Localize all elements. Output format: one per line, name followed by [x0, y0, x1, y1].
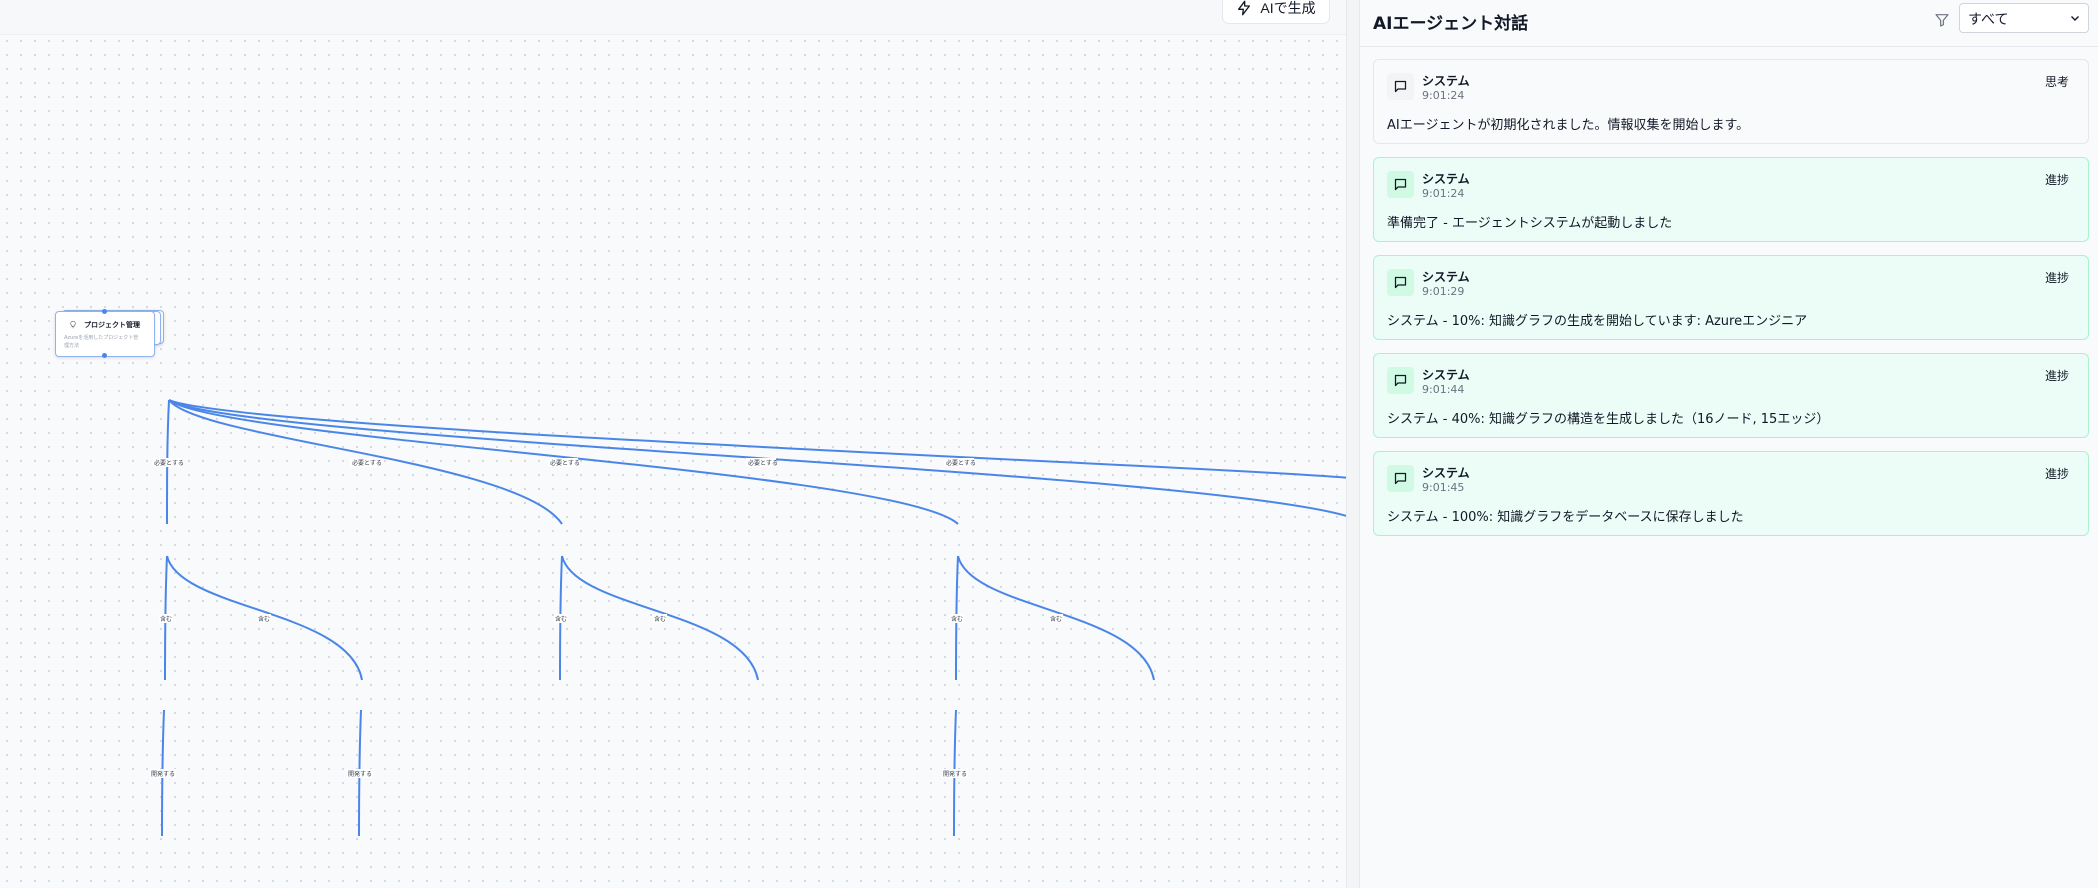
message-icon	[1394, 276, 1407, 289]
message-sender: システム	[1422, 270, 1470, 284]
node-title: プロジェクト管理	[84, 321, 140, 329]
filter-icon	[1935, 14, 1949, 27]
graph-canvas[interactable]: AIで生成 必要とする 必要とする 必要とする 必要とする 必要とする 含む 含…	[0, 0, 1346, 888]
message-time: 9:01:24	[1422, 89, 1465, 102]
svg-text:必要とする: 必要とする	[550, 459, 580, 467]
svg-text:開発する: 開発する	[348, 770, 372, 778]
message-icon	[1394, 472, 1407, 485]
message-type-badge: 思考	[2044, 75, 2069, 89]
message-icon	[1394, 178, 1407, 191]
svg-text:含む: 含む	[555, 615, 567, 623]
message-avatar	[1387, 367, 1414, 394]
chat-header: AIエージェント対話 すべて	[1360, 0, 2098, 47]
chat-message: システム 9:01:24 進捗 準備完了 - エージェントシステムが起動しました	[1373, 157, 2089, 242]
edge-label-develops: 開発する	[942, 769, 968, 778]
edge-label-requires: 必要とする	[944, 458, 976, 467]
message-icon	[1394, 80, 1407, 93]
svg-text:必要とする: 必要とする	[946, 459, 976, 467]
edge-label-requires: 必要とする	[548, 458, 580, 467]
edge-label-includes: 含む	[554, 614, 568, 623]
edge-label-includes: 含む	[1049, 614, 1063, 623]
svg-text:必要とする: 必要とする	[352, 459, 382, 467]
message-time: 9:01:44	[1422, 383, 1465, 396]
graph-edges: 必要とする 必要とする 必要とする 必要とする 必要とする 含む 含む 含む 含…	[150, 399, 1346, 837]
message-sender: システム	[1422, 74, 1470, 88]
edge-label-requires: 必要とする	[152, 458, 184, 467]
edge-label-develops: 開発する	[347, 769, 373, 778]
filter-selected-value: すべて	[1968, 12, 2009, 28]
message-type-badge: 進捗	[2044, 369, 2069, 383]
node-handle-bottom[interactable]	[102, 353, 107, 358]
svg-text:必要とする: 必要とする	[154, 459, 184, 467]
edge-label-includes: 含む	[653, 614, 667, 623]
svg-text:含む: 含む	[951, 615, 963, 623]
edge-label-includes: 含む	[159, 614, 173, 623]
chat-message: システム 9:01:29 進捗 システム - 10%: 知識グラフの生成を開始し…	[1373, 255, 2089, 340]
message-text: 準備完了 - エージェントシステムが起動しました	[1387, 216, 1673, 231]
chat-message: システム 9:01:44 進捗 システム - 40%: 知識グラフの構造を生成し…	[1373, 353, 2089, 438]
message-text: AIエージェントが初期化されました。情報収集を開始します。	[1387, 118, 1750, 133]
edge-label-includes: 含む	[950, 614, 964, 623]
message-time: 9:01:29	[1422, 285, 1465, 298]
node-description: Azureを活用したプロジェクト管理方法	[64, 335, 139, 349]
message-type-badge: 進捗	[2044, 467, 2069, 481]
svg-text:含む: 含む	[160, 615, 172, 623]
panel-splitter[interactable]	[1346, 0, 1360, 888]
edge-label-develops: 開発する	[150, 769, 176, 778]
message-text: システム - 100%: 知識グラフをデータベースに保存しました	[1387, 510, 1744, 525]
message-text: システム - 40%: 知識グラフの構造を生成しました（16ノード, 15エッジ…	[1387, 412, 1830, 427]
edge-label-includes: 含む	[257, 614, 271, 623]
message-text: システム - 10%: 知識グラフの生成を開始しています: Azureエンジニア	[1387, 314, 1808, 329]
chat-message: システム 9:01:24 思考 AIエージェントが初期化されました。情報収集を開…	[1373, 59, 2089, 144]
svg-text:含む: 含む	[654, 615, 666, 623]
message-type-badge: 進捗	[2044, 173, 2069, 187]
edge-label-requires: 必要とする	[350, 458, 382, 467]
message-time: 9:01:24	[1422, 187, 1465, 200]
message-sender: システム	[1422, 466, 1470, 480]
message-avatar	[1387, 171, 1414, 198]
message-avatar	[1387, 465, 1414, 492]
message-avatar	[1387, 73, 1414, 100]
edge-label-requires: 必要とする	[746, 458, 778, 467]
message-filter-select[interactable]: すべて	[1959, 3, 2089, 33]
message-icon	[1394, 374, 1407, 387]
message-time: 9:01:45	[1422, 481, 1465, 494]
message-sender: システム	[1422, 172, 1470, 186]
message-avatar	[1387, 269, 1414, 296]
message-sender: システム	[1422, 368, 1470, 382]
svg-text:開発する: 開発する	[943, 770, 967, 778]
chat-panel: AIエージェント対話 すべて システム 9:01:24 思考 AIエージェントが…	[1360, 0, 2098, 888]
svg-text:含む: 含む	[258, 615, 270, 623]
node-handle-top[interactable]	[102, 309, 107, 314]
lightbulb-icon	[70, 320, 76, 329]
svg-text:開発する: 開発する	[151, 770, 175, 778]
message-type-badge: 進捗	[2044, 271, 2069, 285]
chat-message: システム 9:01:45 進捗 システム - 100%: 知識グラフをデータベー…	[1373, 451, 2089, 536]
chat-title: AIエージェント対話	[1373, 14, 1529, 34]
chevron-down-icon	[2071, 16, 2079, 21]
svg-text:必要とする: 必要とする	[748, 459, 778, 467]
root-node[interactable]: プロジェクト管理 Azureを活用したプロジェクト管理方法	[55, 309, 155, 358]
svg-text:含む: 含む	[1050, 615, 1062, 623]
